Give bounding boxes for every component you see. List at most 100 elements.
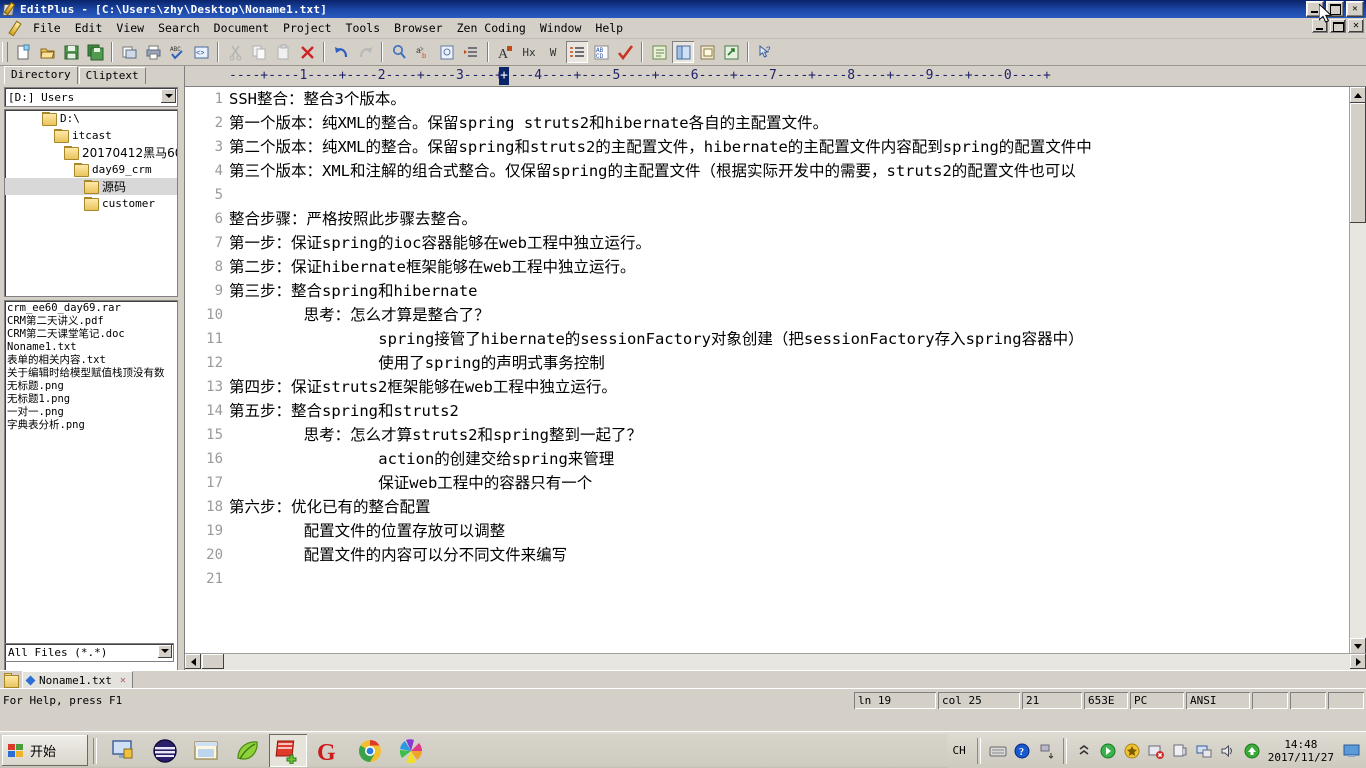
validate-button[interactable] xyxy=(614,41,636,63)
menu-item-help[interactable]: Help xyxy=(588,19,630,37)
save-file-button[interactable] xyxy=(60,41,82,63)
document-selector-button[interactable] xyxy=(648,41,670,63)
leaf-app-icon[interactable] xyxy=(228,734,266,767)
restore-document-button[interactable] xyxy=(1330,19,1346,33)
menu-item-view[interactable]: View xyxy=(109,19,151,37)
print-preview-button[interactable] xyxy=(118,41,140,63)
code-line[interactable]: action的创建交给spring来管理 xyxy=(229,447,1350,471)
show-hidden-icons-icon[interactable] xyxy=(1074,741,1094,761)
save-all-button[interactable] xyxy=(84,41,106,63)
code-line[interactable]: 整合步骤：严格按照此步骤去整合。 xyxy=(229,207,1350,231)
copy-button[interactable] xyxy=(248,41,270,63)
network-monitor-icon[interactable] xyxy=(1194,741,1214,761)
paste-button[interactable] xyxy=(272,41,294,63)
volume-icon[interactable] xyxy=(1218,741,1238,761)
keyboard-icon[interactable] xyxy=(988,741,1008,761)
list-item[interactable]: 关于编辑时给模型赋值栈顶没有数 xyxy=(5,367,177,380)
list-item[interactable]: 无标题1.png xyxy=(5,393,177,406)
replace-button[interactable]: ab xyxy=(412,41,434,63)
ftp-upload-button[interactable] xyxy=(720,41,742,63)
goto-line-button[interactable] xyxy=(460,41,482,63)
chevron-down-icon[interactable] xyxy=(158,644,172,658)
menu-item-file[interactable]: File xyxy=(26,19,68,37)
network-icon[interactable] xyxy=(1036,741,1056,761)
code-line[interactable]: 第三步：整合spring和hibernate xyxy=(229,279,1350,303)
line-numbers-button[interactable] xyxy=(566,41,588,63)
new-file-button[interactable] xyxy=(12,41,34,63)
code-line[interactable]: 配置文件的内容可以分不同文件来编写 xyxy=(229,543,1350,567)
code-line[interactable]: 第一步：保证spring的ioc容器能够在web工程中独立运行。 xyxy=(229,231,1350,255)
drive-selector[interactable]: [D:] Users xyxy=(4,87,178,107)
font-button[interactable]: A xyxy=(494,41,516,63)
code-line[interactable] xyxy=(229,567,1350,591)
g-app-icon[interactable]: G xyxy=(310,734,348,767)
taskbar-clock[interactable]: 14:48 2017/11/27 xyxy=(1268,738,1334,764)
hex-view-button[interactable]: Hx xyxy=(518,41,540,63)
code-view[interactable]: 1 2 3 4 5 6 7 8 9 10 11 12 13 14 15 16 1… xyxy=(185,87,1350,654)
update-icon[interactable] xyxy=(1242,741,1262,761)
horizontal-scroll-thumb[interactable] xyxy=(202,654,224,669)
redo-button[interactable] xyxy=(354,41,376,63)
menu-item-search[interactable]: Search xyxy=(151,19,207,37)
open-file-button[interactable] xyxy=(36,41,58,63)
help-icon[interactable]: ? xyxy=(1012,741,1032,761)
tree-node-day69-crm[interactable]: day69_crm xyxy=(5,161,177,178)
editor-horizontal-scrollbar[interactable] xyxy=(185,653,1366,670)
cut-button[interactable] xyxy=(224,41,246,63)
code-line[interactable]: 思考：怎么才算是整合了？ xyxy=(229,303,1350,327)
document-tab-noname1[interactable]: Noname1.txt ✕ xyxy=(22,671,133,689)
tree-node-source-selected[interactable]: 源码 xyxy=(5,178,177,195)
code-line[interactable]: 思考：怎么才算struts2和spring整到一起了？ xyxy=(229,423,1350,447)
context-help-button[interactable]: ? xyxy=(754,41,776,63)
menu-item-project[interactable]: Project xyxy=(276,19,338,37)
scroll-left-button[interactable] xyxy=(185,654,201,669)
code-line[interactable]: 第二步：保证hibernate框架能够在web工程中独立运行。 xyxy=(229,255,1350,279)
sound-muted-icon[interactable] xyxy=(1146,741,1166,761)
list-item[interactable]: CRM第二天讲义.pdf xyxy=(5,315,177,328)
explorer-icon[interactable] xyxy=(187,734,225,767)
tree-node-20170412[interactable]: 20170412黑马60期 xyxy=(5,144,177,161)
list-item[interactable]: 字典表分析.png xyxy=(5,419,177,432)
scroll-up-button[interactable] xyxy=(1350,87,1366,103)
menu-item-browser[interactable]: Browser xyxy=(387,19,449,37)
code-lines[interactable]: SSH整合：整合3个版本。 第一个版本：纯XML的整合。保留spring str… xyxy=(229,87,1350,654)
ime-indicator[interactable]: CH xyxy=(953,744,966,757)
list-item[interactable]: 一对一.png xyxy=(5,406,177,419)
code-line[interactable]: 第一个版本：纯XML的整合。保留spring struts2和hibernate… xyxy=(229,111,1350,135)
chevron-down-icon[interactable] xyxy=(161,89,176,103)
user-tools-button[interactable] xyxy=(696,41,718,63)
desktop-preview-icon[interactable] xyxy=(1342,741,1362,761)
view-in-browser-button[interactable]: <> xyxy=(190,41,212,63)
code-line[interactable] xyxy=(229,183,1350,207)
list-item[interactable]: 表单的相关内容.txt xyxy=(5,354,177,367)
menu-item-zen-coding[interactable]: Zen Coding xyxy=(450,19,533,37)
menu-item-edit[interactable]: Edit xyxy=(68,19,110,37)
minimize-document-button[interactable] xyxy=(1312,19,1328,33)
code-line[interactable]: 保证web工程中的容器只有一个 xyxy=(229,471,1350,495)
restore-window-button[interactable] xyxy=(1326,1,1344,17)
media-player-icon[interactable] xyxy=(146,734,184,767)
code-line[interactable]: 第四步：保证struts2框架能够在web工程中独立运行。 xyxy=(229,375,1350,399)
eject-icon[interactable] xyxy=(1170,741,1190,761)
clip-library-button[interactable] xyxy=(672,41,694,63)
tab-directory[interactable]: Directory xyxy=(4,66,78,84)
code-line[interactable]: 第六步：优化已有的整合配置 xyxy=(229,495,1350,519)
photo-viewer-icon[interactable] xyxy=(392,734,430,767)
close-tab-icon[interactable]: ✕ xyxy=(120,675,126,686)
print-button[interactable] xyxy=(142,41,164,63)
code-line[interactable]: 第三个版本：XML和注解的组合式整合。仅保留spring的主配置文件（根据实际开… xyxy=(229,159,1350,183)
undo-button[interactable] xyxy=(330,41,352,63)
minimize-window-button[interactable] xyxy=(1306,1,1324,17)
word-wrap-button[interactable]: W xyxy=(542,41,564,63)
show-desktop-icon[interactable] xyxy=(105,734,143,767)
list-item[interactable]: 无标题.png xyxy=(5,380,177,393)
list-item[interactable]: Noname1.txt xyxy=(5,341,177,354)
delete-button[interactable] xyxy=(296,41,318,63)
scroll-right-button[interactable] xyxy=(1350,654,1366,669)
auto-indent-button[interactable]: AB CD xyxy=(590,41,612,63)
menu-item-document[interactable]: Document xyxy=(207,19,276,37)
spell-check-button[interactable]: ABC xyxy=(166,41,188,63)
code-line[interactable]: 使用了spring的声明式事务控制 xyxy=(229,351,1350,375)
start-button[interactable]: 开始 xyxy=(2,735,88,766)
vertical-scroll-thumb[interactable] xyxy=(1350,103,1366,223)
